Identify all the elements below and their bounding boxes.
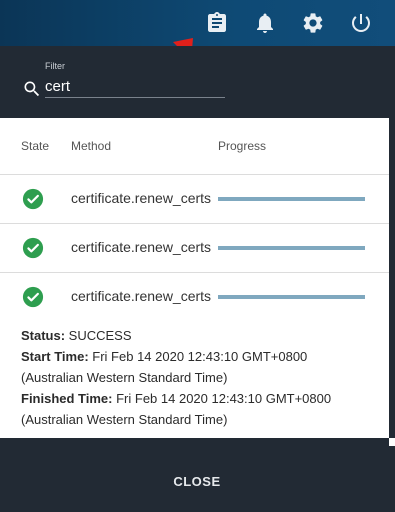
column-header-method: Method [71,139,112,153]
search-icon [22,79,42,99]
progress-fill [218,246,365,250]
progress-bar [218,246,365,250]
filter-area: Filter [0,46,395,118]
bell-icon[interactable] [253,11,277,35]
table-row-expanded[interactable]: certificate.renew_certs [0,273,389,321]
table-header: State Method Progress [0,118,389,175]
progress-fill [218,295,365,299]
start-time-zone: (Australian Western Standard Time) [21,370,228,385]
gear-icon[interactable] [301,11,325,35]
finished-time-zone: (Australian Western Standard Time) [21,412,228,427]
column-header-state: State [21,139,50,153]
progress-bar [218,197,365,201]
status-label: Status: [21,328,66,343]
close-button[interactable]: CLOSE [146,468,248,494]
table-row[interactable]: certificate.renew_certs [0,224,389,273]
success-check-icon [22,286,44,308]
progress-bar [218,295,365,299]
method-name: certificate.renew_certs [71,239,212,255]
task-panel: State Method Progress certificate.renew_… [0,118,389,438]
filter-input[interactable] [45,75,225,98]
method-name: certificate.renew_certs [71,288,212,304]
status-line: Status: SUCCESS [21,325,331,346]
clipboard-icon[interactable] [205,11,229,35]
method-name: certificate.renew_certs [71,190,212,206]
status-value: SUCCESS [65,328,132,343]
filter-label: Filter [45,61,65,71]
column-header-progress: Progress [218,139,267,153]
finished-time-value: Fri Feb 14 2020 12:43:10 GMT+0800 [112,391,332,406]
task-details: Status: SUCCESS Start Time: Fri Feb 14 2… [21,325,331,430]
finished-time-label: Finished Time: [21,391,113,406]
dialog-footer: CLOSE [0,446,395,512]
power-icon[interactable] [349,11,373,35]
top-toolbar [0,0,395,46]
finished-time-line: Finished Time: Fri Feb 14 2020 12:43:10 … [21,388,331,409]
success-check-icon [22,237,44,259]
start-time-label: Start Time: [21,349,89,364]
progress-fill [218,197,365,201]
panel-edge [389,438,395,446]
table-row[interactable]: certificate.renew_certs [0,175,389,224]
start-time-line: Start Time: Fri Feb 14 2020 12:43:10 GMT… [21,346,331,367]
success-check-icon [22,188,44,210]
start-time-value: Fri Feb 14 2020 12:43:10 GMT+0800 [88,349,308,364]
